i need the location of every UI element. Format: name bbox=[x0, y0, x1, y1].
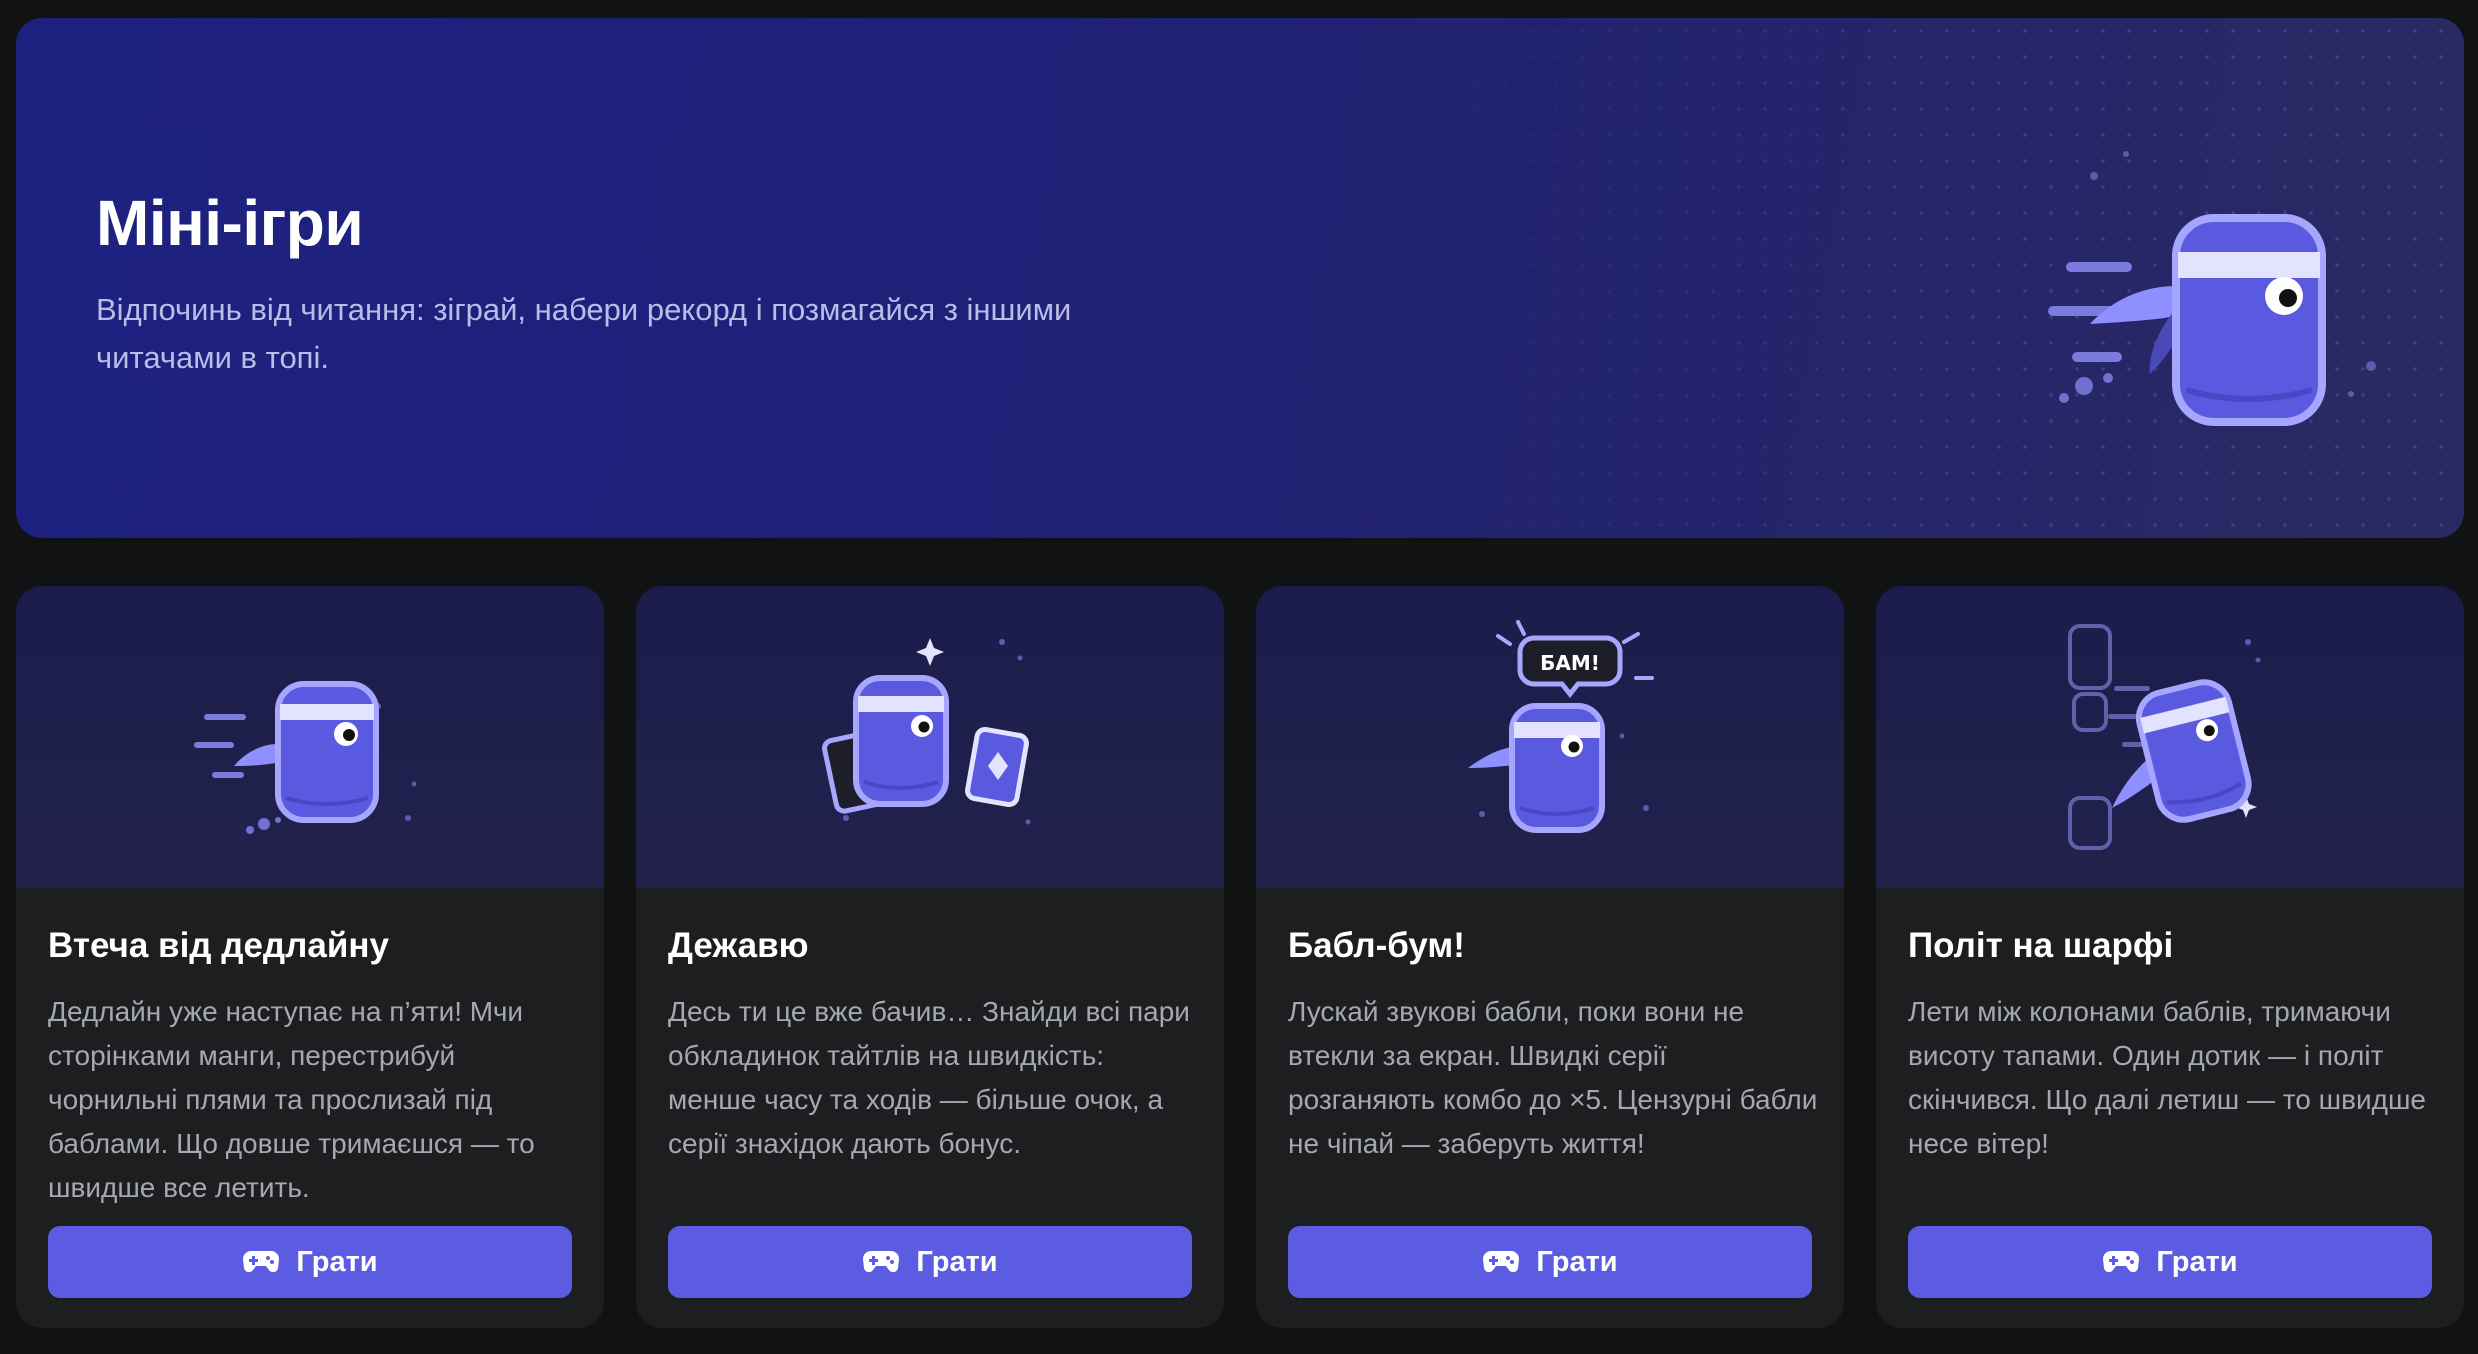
card-illustration bbox=[1876, 586, 2464, 888]
card-title: Втеча від дедлайну bbox=[48, 926, 389, 965]
card-title: Дежавю bbox=[668, 926, 809, 965]
card-description: Лети між колонами баблів, тримаючи висот… bbox=[1908, 996, 2426, 1159]
ninja-mascot-icon bbox=[2048, 151, 2376, 426]
gamepad-icon bbox=[862, 1249, 900, 1275]
page-title: Міні-ігри bbox=[96, 187, 364, 259]
card-description: Лускай звукові бабли, поки вони не втекл… bbox=[1288, 996, 1818, 1159]
hero-banner: Міні-ігри Відпочинь від читання: зіграй,… bbox=[16, 18, 2464, 538]
play-button-label: Грати bbox=[296, 1245, 378, 1278]
game-card-dejavu: ? Дежавю Десь ти це вже бачив… Знайди вс… bbox=[636, 586, 1224, 1328]
memory-cards-ninja-icon: ? bbox=[822, 638, 1031, 825]
card-title: Політ на шарфі bbox=[1908, 926, 2174, 965]
hero-description: Відпочинь від читання: зіграй, набери ре… bbox=[96, 292, 1072, 375]
bubble-ninja-icon: БАМ! bbox=[1468, 620, 1654, 833]
play-button-label: Грати bbox=[2156, 1245, 2238, 1278]
card-description: Десь ти це вже бачив… Знайди всі пари об… bbox=[668, 996, 1190, 1159]
flying-ninja-icon bbox=[2068, 624, 2261, 850]
game-card-bubble-boom: БАМ! Бабл-бум! Лускай звукові бабли, пок… bbox=[1256, 586, 1844, 1328]
card-title: Бабл-бум! bbox=[1288, 926, 1465, 965]
play-button[interactable]: Грати bbox=[668, 1226, 1192, 1298]
card-description: Дедлайн уже наступає на п’яти! Мчи сторі… bbox=[48, 996, 535, 1203]
bubble-text: БАМ! bbox=[1540, 651, 1600, 675]
play-button[interactable]: Грати bbox=[1908, 1226, 2432, 1298]
gamepad-icon bbox=[1482, 1249, 1520, 1275]
gamepad-icon bbox=[242, 1249, 280, 1275]
running-ninja-icon bbox=[194, 681, 417, 834]
play-button[interactable]: Грати bbox=[48, 1226, 572, 1298]
play-button[interactable]: Грати bbox=[1288, 1226, 1812, 1298]
game-card-deadline: Втеча від дедлайну Дедлайн уже наступає … bbox=[16, 586, 604, 1328]
game-card-scarf-flight: Політ на шарфі Лети між колонами баблів,… bbox=[1876, 586, 2464, 1328]
play-button-label: Грати bbox=[1536, 1245, 1618, 1278]
gamepad-icon bbox=[2102, 1249, 2140, 1275]
card-illustration bbox=[16, 586, 604, 888]
card-illustration: ? bbox=[636, 586, 1224, 888]
play-button-label: Грати bbox=[916, 1245, 998, 1278]
card-illustration: БАМ! bbox=[1256, 586, 1844, 888]
